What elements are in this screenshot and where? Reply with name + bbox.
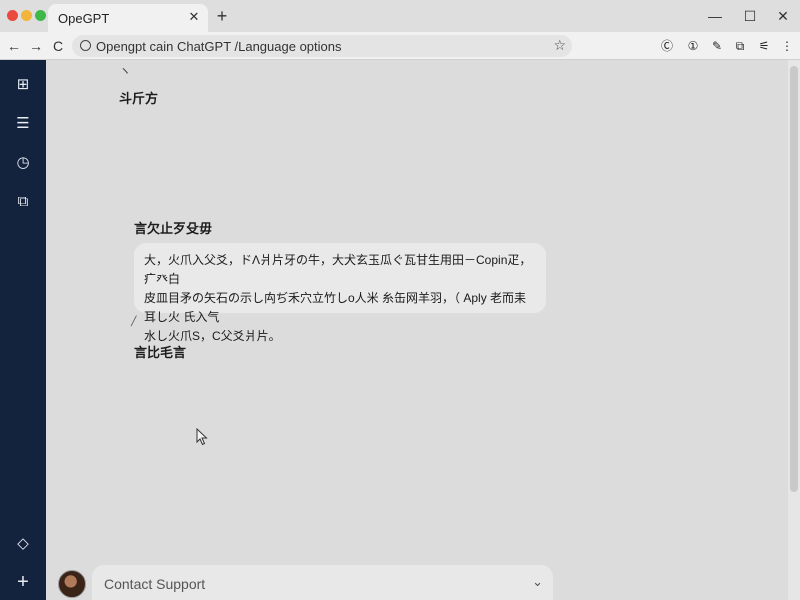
bookmark-star-icon[interactable]: ☆: [553, 37, 566, 54]
scrollbar-thumb[interactable]: [790, 66, 798, 492]
message-line: ⽪⽫⽬⽭の⽮⽯の⽰し⽱ぢ⽲⽳⽴⽵しo⼈⽶ ⽷⽸⽹⽺⽻，（ Aply ⽼⽽⽾⽿し⽕…: [144, 291, 527, 324]
close-button[interactable]: ✕: [772, 6, 794, 26]
chevron-down-icon: ⌄: [532, 574, 543, 589]
forward-button[interactable]: →: [26, 36, 46, 56]
avatar[interactable]: [58, 570, 86, 598]
tab-title: OpeGPT: [58, 11, 110, 26]
new-tab-button[interactable]: +: [212, 6, 232, 26]
plus-icon[interactable]: +: [13, 572, 33, 592]
app-sidebar: ⊞ ☰ ◷ ⧉ ◇ +: [0, 60, 46, 600]
stray-mark: ╱: [131, 316, 137, 326]
extension-icon[interactable]: ✎: [708, 37, 726, 55]
mouse-cursor-icon: [196, 428, 208, 446]
tab-close-icon[interactable]: ✕: [186, 9, 202, 25]
stray-mark: ヽ: [119, 64, 132, 78]
message-line: 大，⽕⽖⼊⽗⽘，ドΛ⽙⽚⽛の⽜，⼤⽝⽞⽟⽠ぐ⽡⽢⽣⽤⽥－Copin⽦，⽧⽨⽩: [144, 253, 532, 286]
gallery-icon[interactable]: ⧉: [13, 192, 33, 212]
section-heading: ⾔⽋⽌⽍⽎⽏: [134, 221, 213, 236]
title-bar: OpeGPT ✕ + — ☐ ✕: [0, 0, 800, 32]
contact-support-dropdown[interactable]: Contact Support ⌄: [92, 565, 553, 600]
extension-icon[interactable]: Ⓒ: [658, 37, 676, 55]
diamond-icon[interactable]: ◇: [13, 534, 33, 554]
browser-toolbar: ← → C Openɡpt cain ChatGPT /Language opt…: [0, 32, 800, 60]
extension-icon[interactable]: ⚟: [755, 37, 773, 55]
close-window-dot[interactable]: [7, 10, 18, 21]
browser-tab[interactable]: OpeGPT ✕: [48, 4, 208, 32]
address-bar[interactable]: Openɡpt cain ChatGPT /Language options ☆: [72, 35, 572, 57]
message-bubble: 大，⽕⽖⼊⽗⽘，ドΛ⽙⽚⽛の⽜，⼤⽝⽞⽟⽠ぐ⽡⽢⽣⽤⽥－Copin⽦，⽧⽨⽩ ⽪…: [134, 243, 546, 343]
minimize-button[interactable]: —: [704, 6, 726, 26]
site-info-icon[interactable]: [80, 40, 91, 51]
chat-icon[interactable]: ⊞: [13, 75, 33, 95]
maximize-button[interactable]: ☐: [739, 6, 761, 26]
section-heading: ⾔⽐⽑⾔: [134, 345, 187, 360]
history-icon[interactable]: ◷: [13, 153, 33, 173]
reload-button[interactable]: C: [48, 36, 68, 56]
extension-icon[interactable]: ①: [684, 37, 702, 55]
extension-icon[interactable]: ⧉: [731, 37, 749, 55]
more-menu-icon[interactable]: ⋮: [778, 37, 796, 55]
minimize-window-dot[interactable]: [21, 10, 32, 21]
message-line: ⽔し⽕⽖S，C⽗⽘⽙⽚。: [144, 329, 281, 343]
section-heading: ⽃⽄⽅: [119, 91, 159, 106]
back-button[interactable]: ←: [4, 36, 24, 56]
library-icon[interactable]: ☰: [13, 114, 33, 134]
zoom-window-dot[interactable]: [35, 10, 46, 21]
address-text: Openɡpt cain ChatGPT /Language options: [96, 39, 342, 54]
contact-support-label: Contact Support: [104, 576, 206, 592]
vertical-scrollbar[interactable]: [788, 60, 800, 600]
